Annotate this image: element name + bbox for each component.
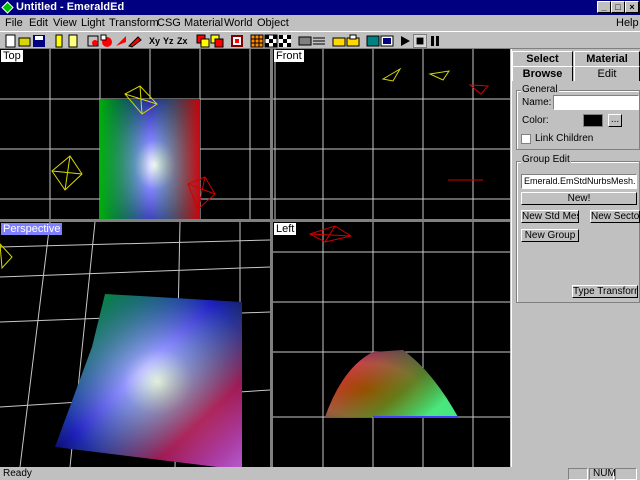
status-cap-indicator — [568, 468, 588, 480]
viewport-perspective-label: Perspective — [1, 223, 63, 235]
viewport-perspective[interactable]: Perspective — [0, 222, 270, 467]
link-children-label: Link Children — [535, 133, 594, 144]
color-fill-icon[interactable] — [210, 34, 224, 48]
menu-material[interactable]: Material — [184, 15, 223, 31]
viewport-top[interactable]: Top — [0, 49, 270, 219]
link-children-checkbox[interactable] — [521, 134, 531, 144]
viewport-left[interactable]: Left — [273, 222, 510, 467]
maximize-button[interactable]: □ — [611, 1, 625, 13]
class-field[interactable]: Emerald.EmStdNurbsMesh.1 — [521, 174, 637, 189]
menu-object[interactable]: Object — [257, 15, 289, 31]
general-group-title: General — [521, 84, 559, 95]
grid-icon[interactable] — [250, 34, 264, 48]
close-button[interactable]: × — [625, 1, 639, 13]
wire-icon[interactable] — [312, 34, 326, 48]
viewport-left-canvas — [273, 222, 510, 467]
menu-edit[interactable]: Edit — [29, 15, 48, 31]
texture-icon[interactable] — [230, 34, 244, 48]
save-icon[interactable] — [32, 34, 46, 48]
tab-select[interactable]: Select — [512, 51, 573, 66]
axis-y-icon[interactable]: Yz — [162, 34, 176, 48]
menu-light[interactable]: Light — [81, 15, 105, 31]
checker2-icon[interactable] — [278, 34, 292, 48]
app-icon — [1, 1, 14, 14]
viewport-front-canvas — [273, 49, 510, 219]
properties-panel: Select Material Browse Edit General Name… — [511, 49, 640, 467]
color-swatch[interactable] — [583, 114, 603, 127]
color-swap-icon[interactable] — [196, 34, 210, 48]
status-text: Ready — [3, 468, 32, 479]
group-edit-title: Group Edit — [521, 154, 571, 165]
folder-a-icon[interactable] — [332, 34, 346, 48]
name-label: Name: — [522, 97, 552, 108]
checker-icon[interactable] — [264, 34, 278, 48]
viewport-top-label: Top — [1, 50, 23, 62]
new-std-mesh-button[interactable]: New Std Mesh — [521, 210, 579, 223]
viewport-area: Top Front Perspective Left — [0, 49, 510, 467]
new-button[interactable]: New! — [521, 192, 637, 205]
menu-transform[interactable]: Transform — [109, 15, 159, 31]
mesh-icon[interactable] — [298, 34, 312, 48]
type-transform-button[interactable]: Type Transform — [572, 285, 638, 298]
axis-z-label: Zx — [177, 36, 188, 46]
title-bar: Untitled - EmeraldEd _ □ × — [0, 0, 640, 15]
paste-icon[interactable] — [66, 34, 80, 48]
minimize-button[interactable]: _ — [597, 1, 611, 13]
view-b-icon[interactable] — [380, 34, 394, 48]
viewport-front[interactable]: Front — [273, 49, 510, 219]
open-icon[interactable] — [18, 34, 32, 48]
axis-z-icon[interactable]: Zx — [176, 34, 190, 48]
new-icon[interactable] — [4, 34, 18, 48]
menu-file[interactable]: File — [5, 15, 23, 31]
axis-x-icon[interactable]: Xy — [148, 34, 162, 48]
axis-y-label: Yz — [163, 36, 174, 46]
menu-world[interactable]: World — [224, 15, 253, 31]
app-window: Untitled - EmeraldEd _ □ × File Edit Vie… — [0, 0, 640, 480]
color-label: Color: — [522, 115, 549, 126]
folder-b-icon[interactable] — [346, 34, 360, 48]
name-field[interactable] — [553, 95, 639, 110]
toolbar: Xy Yz Zx — [0, 31, 640, 49]
window-title: Untitled - EmeraldEd — [16, 1, 125, 13]
play-icon[interactable] — [398, 34, 412, 48]
viewport-front-label: Front — [274, 50, 304, 62]
tab-material[interactable]: Material — [574, 51, 640, 66]
sphere-tool-icon[interactable] — [86, 34, 100, 48]
move-tool-icon[interactable] — [114, 34, 128, 48]
menu-csg[interactable]: CSG — [157, 15, 181, 31]
menu-help[interactable]: Help — [616, 15, 639, 31]
tab-browse[interactable]: Browse — [512, 66, 573, 81]
color-picker-button[interactable]: ... — [608, 114, 622, 127]
status-scrl-indicator — [615, 468, 637, 480]
axis-x-label: Xy — [149, 36, 160, 46]
viewport-perspective-canvas — [0, 222, 270, 467]
pause-icon[interactable] — [428, 34, 442, 48]
menu-view[interactable]: View — [53, 15, 77, 31]
status-num-indicator: NUM — [589, 468, 616, 480]
new-group-button[interactable]: New Group — [521, 229, 579, 242]
status-bar: Ready NUM — [0, 467, 640, 480]
stop-icon[interactable] — [413, 34, 427, 48]
menu-bar: File Edit View Light Transform CSG Mater… — [0, 15, 640, 31]
select-tool-icon[interactable] — [100, 34, 114, 48]
cut-icon[interactable] — [52, 34, 66, 48]
view-a-icon[interactable] — [366, 34, 380, 48]
tab-edit[interactable]: Edit — [574, 66, 640, 81]
viewport-top-canvas — [0, 49, 270, 219]
viewport-left-label: Left — [274, 223, 297, 235]
rotate-tool-icon[interactable] — [128, 34, 142, 48]
new-sector-button[interactable]: New Secto — [590, 210, 640, 223]
